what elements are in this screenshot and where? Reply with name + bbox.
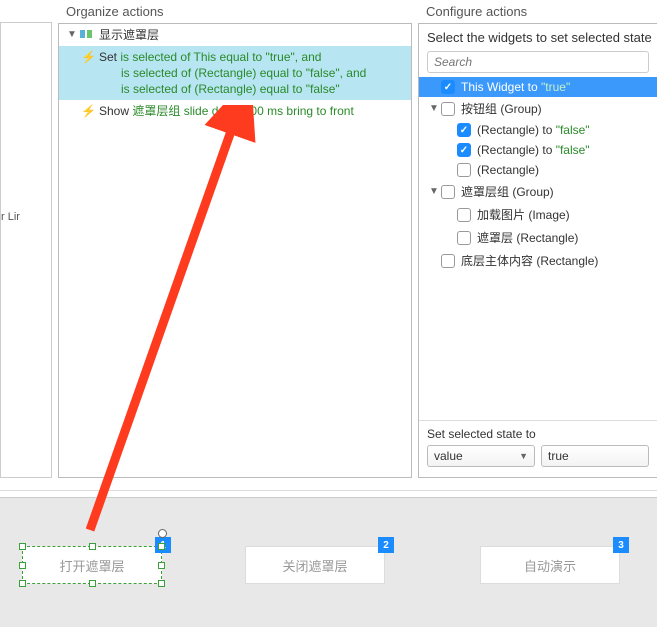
widget-row-mask-group[interactable]: ▼ 遮罩层组 (Group) xyxy=(419,180,657,203)
checkbox-icon[interactable] xyxy=(457,143,471,157)
state-true-dropdown[interactable]: true xyxy=(541,445,649,467)
widget-row-load-image[interactable]: 加载图片 (Image) xyxy=(419,203,657,226)
action-row-show[interactable]: ⚡ Show 遮罩层组 slide down 500 ms bring to f… xyxy=(59,100,411,122)
widget-row-this-widget[interactable]: This Widget to "true" xyxy=(419,77,657,97)
widget-row-rectangle-1[interactable]: (Rectangle) to "false" xyxy=(419,120,657,140)
organize-actions-panel: Organize actions ▼ 显示遮罩层 ⚡ Set is select… xyxy=(58,0,418,488)
action-set-text: Set is selected of This equal to "true",… xyxy=(99,49,405,97)
lightning-icon: ⚡ xyxy=(81,49,97,65)
canvas-button-auto-demo[interactable]: 自动演示 3 xyxy=(480,546,620,584)
action-show-text: Show 遮罩层组 slide down 500 ms bring to fro… xyxy=(99,103,405,119)
checkbox-icon[interactable] xyxy=(441,80,455,94)
widget-label: (Rectangle) xyxy=(477,163,539,177)
case-label: 显示遮罩层 xyxy=(99,27,405,43)
search-input[interactable] xyxy=(427,51,649,73)
widget-label: 遮罩层组 (Group) xyxy=(461,183,554,200)
state-label: Set selected state to xyxy=(427,427,649,441)
widget-row-bottom-content[interactable]: 底层主体内容 (Rectangle) xyxy=(419,249,657,272)
chevron-down-icon: ▼ xyxy=(519,451,528,461)
configure-body: Select the widgets to set selected state… xyxy=(418,23,657,478)
disclosure-triangle-icon[interactable]: ▼ xyxy=(427,186,441,197)
checkbox-icon[interactable] xyxy=(457,208,471,222)
widget-label: 加载图片 (Image) xyxy=(477,206,570,223)
organize-title: Organize actions xyxy=(58,0,418,23)
configure-actions-panel: Configure actions Select the widgets to … xyxy=(418,0,657,488)
widget-label: 底层主体内容 (Rectangle) xyxy=(461,252,598,269)
index-badge: 2 xyxy=(378,537,394,553)
widget-row-mask-rect[interactable]: 遮罩层 (Rectangle) xyxy=(419,226,657,249)
checkbox-icon[interactable] xyxy=(457,123,471,137)
dropdown-value: true xyxy=(548,449,569,463)
left-sliver-text: r Lir xyxy=(1,211,20,223)
button-label: 自动演示 xyxy=(524,556,576,575)
state-section: Set selected state to value ▼ true xyxy=(419,420,657,477)
widget-label: 遮罩层 (Rectangle) xyxy=(477,229,578,246)
widget-tree[interactable]: This Widget to "true" ▼ 按钮组 (Group) (Rec… xyxy=(419,77,657,420)
button-label: 打开遮罩层 xyxy=(59,556,124,575)
checkbox-icon[interactable] xyxy=(441,102,455,116)
disclosure-triangle-icon[interactable]: ▼ xyxy=(65,27,79,43)
checkbox-icon[interactable] xyxy=(441,185,455,199)
left-panel-sliver: r Lir xyxy=(0,22,52,478)
index-badge: 3 xyxy=(613,537,629,553)
configure-header: Select the widgets to set selected state xyxy=(419,24,657,49)
widget-label: (Rectangle) to "false" xyxy=(477,143,590,157)
canvas-area[interactable]: 打开遮罩层 1 关闭遮罩层 2 自动演示 3 xyxy=(0,498,657,627)
rotation-handle-icon[interactable] xyxy=(158,529,167,538)
button-label: 关闭遮罩层 xyxy=(282,556,347,575)
checkbox-icon[interactable] xyxy=(457,231,471,245)
checkbox-icon[interactable] xyxy=(441,254,455,268)
widget-row-rectangle-2[interactable]: (Rectangle) to "false" xyxy=(419,140,657,160)
widget-label: (Rectangle) to "false" xyxy=(477,123,590,137)
panel-divider[interactable] xyxy=(0,490,657,498)
lightning-icon: ⚡ xyxy=(81,103,97,119)
canvas-button-close-mask[interactable]: 关闭遮罩层 2 xyxy=(245,546,385,584)
widget-row-rectangle-3[interactable]: (Rectangle) xyxy=(419,160,657,180)
action-row-set[interactable]: ⚡ Set is selected of This equal to "true… xyxy=(59,46,411,100)
dropdown-value: value xyxy=(434,449,463,463)
organize-body[interactable]: ▼ 显示遮罩层 ⚡ Set is selected of This equal … xyxy=(58,23,412,478)
case-row[interactable]: ▼ 显示遮罩层 xyxy=(59,24,411,46)
disclosure-triangle-icon[interactable]: ▼ xyxy=(427,103,441,114)
widget-label: 按钮组 (Group) xyxy=(461,100,542,117)
checkbox-icon[interactable] xyxy=(457,163,471,177)
widget-row-button-group[interactable]: ▼ 按钮组 (Group) xyxy=(419,97,657,120)
canvas-button-open-mask[interactable]: 打开遮罩层 1 xyxy=(22,546,162,584)
state-value-dropdown[interactable]: value ▼ xyxy=(427,445,535,467)
configure-title: Configure actions xyxy=(418,0,657,23)
search-box xyxy=(427,51,649,73)
case-icon xyxy=(79,27,95,41)
widget-label: This Widget to "true" xyxy=(461,80,570,94)
